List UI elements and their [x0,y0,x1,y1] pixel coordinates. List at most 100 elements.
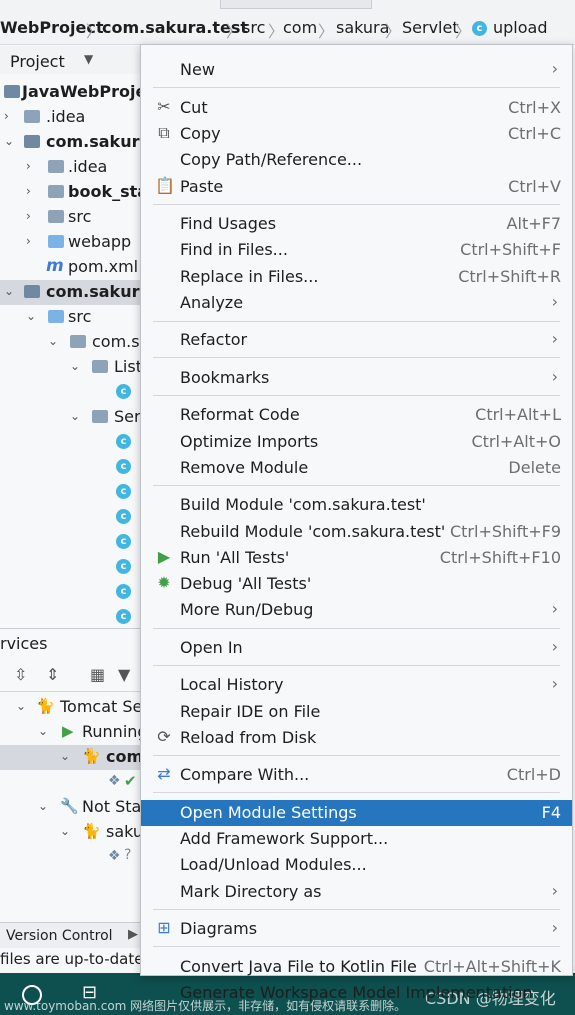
menu-item-compare-with[interactable]: ⇄ Compare With... Ctrl+D [141,762,572,788]
chevron-down-icon[interactable]: ⌄ [38,724,48,738]
chevron-down-icon[interactable]: ⌄ [26,309,36,323]
chevron-down-icon[interactable]: ⌄ [70,359,80,373]
menu-item-convert-to-kotlin[interactable]: Convert Java File to Kotlin File Ctrl+Al… [141,954,572,980]
chevron-down-icon[interactable]: ⌄ [4,134,14,148]
tree-item[interactable]: › .idea [0,105,140,130]
tree-item[interactable]: c [0,605,140,630]
tree-item[interactable]: c [0,580,140,605]
tree-item[interactable]: c [0,455,140,480]
menu-item-cut[interactable]: ✂ Cut Ctrl+X [141,95,572,121]
tree-item[interactable]: c [0,380,140,405]
menu-item-generate-workspace-model[interactable]: Generate Workspace Model Implementation [141,980,572,1006]
filter-icon[interactable]: ▼ [118,665,130,684]
menu-item-reformat-code[interactable]: Reformat Code Ctrl+Alt+L [141,402,572,428]
menu-item-copy[interactable]: ⧉ Copy Ctrl+C [141,121,572,147]
tree-item-label: pom.xml [68,257,139,276]
breadcrumb-servlet[interactable]: Servlet [402,18,459,37]
breadcrumb-com[interactable]: com [283,18,317,37]
service-item[interactable]: ⌄ 🔧 Not Sta [0,795,140,820]
tree-item[interactable]: ⌄ List [0,355,140,380]
menu-item-analyze[interactable]: Analyze › [141,290,572,316]
submenu-arrow-icon: › [551,637,558,656]
project-panel-title[interactable]: Project [10,52,65,71]
chevron-down-icon[interactable]: ▼ [84,52,93,66]
menu-item-more-run-debug[interactable]: More Run/Debug › [141,597,572,623]
group-icon[interactable]: ▦ [90,665,105,684]
chevron-down-icon[interactable]: ⌄ [60,824,70,838]
chevron-down-icon[interactable]: ⌄ [60,749,70,763]
menu-item-build-module[interactable]: Build Module 'com.sakura.test' [141,492,572,518]
chevron-down-icon[interactable]: ⌄ [70,409,80,423]
breadcrumb-src[interactable]: src [242,18,265,37]
tree-item[interactable]: ⌄ com.sakura. [0,130,140,155]
tree-item[interactable]: c [0,430,140,455]
breadcrumb-file[interactable]: upload [493,18,548,37]
service-item[interactable]: ⌄ ▶ Running [0,720,140,745]
menu-item-remove-module[interactable]: Remove Module Delete [141,455,572,481]
tree-item[interactable]: c [0,505,140,530]
menu-item-replace-in-files[interactable]: Replace in Files... Ctrl+Shift+R [141,264,572,290]
tree-item[interactable]: c [0,530,140,555]
services-panel-title[interactable]: rvices [0,634,47,653]
tree-item[interactable]: › src [0,205,140,230]
menu-item-run-all-tests[interactable]: ▶ Run 'All Tests' Ctrl+Shift+F10 [141,545,572,571]
tree-item[interactable]: › .idea [0,155,140,180]
source-folder-icon [48,310,64,323]
chevron-right-icon[interactable]: › [4,109,9,123]
run-config-selector[interactable] [220,0,372,9]
chevron-right-icon[interactable]: › [26,184,31,198]
menu-item-load-unload-modules[interactable]: Load/Unload Modules... [141,852,572,878]
service-item[interactable]: ⌄ 🐈 Tomcat Se [0,695,140,720]
service-item[interactable]: ⌄ 🐈 saku [0,820,140,845]
menu-item-optimize-imports[interactable]: Optimize Imports Ctrl+Alt+O [141,429,572,455]
chevron-down-icon[interactable]: ⌄ [38,799,48,813]
menu-item-diagrams[interactable]: ⊞ Diagrams › [141,916,572,942]
expand-all-icon[interactable]: ⇳ [14,665,27,684]
tree-item[interactable]: c [0,555,140,580]
menu-item-reload-from-disk[interactable]: ⟳ Reload from Disk [141,725,572,751]
chevron-right-icon[interactable]: › [26,209,31,223]
menu-item-copy-path[interactable]: Copy Path/Reference... [141,147,572,173]
version-control-tab[interactable]: Version Control ▶ [0,922,140,949]
chevron-down-icon[interactable]: ⌄ [48,334,58,348]
menu-item-find-usages[interactable]: Find Usages Alt+F7 [141,211,572,237]
tree-item-selected[interactable]: ⌄ com.sakura. [0,280,140,305]
service-item[interactable]: ❖ ? [0,845,140,870]
tree-item-label: .idea [46,107,86,126]
menu-item-open-module-settings[interactable]: Open Module Settings F4 [141,800,572,826]
menu-item-open-in[interactable]: Open In › [141,635,572,661]
tree-item[interactable]: ⌄ com.sa [0,330,140,355]
menu-separator [153,204,560,205]
menu-separator [153,755,560,756]
tree-item[interactable]: ⌄ src [0,305,140,330]
services-panel: rvices ⇳ ⇕ ▦ ▼ ⌄ 🐈 Tomcat Se ⌄ ▶ Running… [0,628,140,929]
breadcrumb-sakura[interactable]: sakura [336,18,389,37]
tree-item[interactable]: JavaWebProjec [0,80,140,105]
tree-item[interactable]: ⌄ Ser [0,405,140,430]
menu-item-local-history[interactable]: Local History › [141,672,572,698]
menu-item-rebuild-module[interactable]: Rebuild Module 'com.sakura.test' Ctrl+Sh… [141,519,572,545]
chevron-right-icon[interactable]: › [26,159,31,173]
menu-item-paste[interactable]: 📋 Paste Ctrl+V [141,174,572,200]
menu-item-find-in-files[interactable]: Find in Files... Ctrl+Shift+F [141,237,572,263]
tree-item[interactable]: c [0,480,140,505]
menu-item-debug-all-tests[interactable]: ✹ Debug 'All Tests' [141,571,572,597]
chevron-down-icon[interactable]: ⌄ [16,699,26,713]
menu-item-refactor[interactable]: Refactor › [141,327,572,353]
chevron-down-icon[interactable]: ⌄ [4,284,14,298]
tree-item[interactable]: m pom.xml [0,255,140,280]
menu-item-mark-directory-as[interactable]: Mark Directory as › [141,879,572,905]
chevron-right-icon[interactable]: › [26,234,31,248]
collapse-all-icon[interactable]: ⇕ [46,665,59,684]
tree-item[interactable]: › book_stat [0,180,140,205]
menu-item-new[interactable]: New › [141,57,572,83]
service-item-selected[interactable]: ⌄ 🐈 com [0,745,140,770]
menu-item-repair-ide[interactable]: Repair IDE on File [141,699,572,725]
tree-item[interactable]: › webapp [0,230,140,255]
service-item[interactable]: ❖ ✔ [0,770,140,795]
menu-item-label: Open In [180,638,243,657]
menu-item-bookmarks[interactable]: Bookmarks › [141,365,572,391]
chevron-right-icon[interactable]: ▶ [128,927,138,942]
menu-item-add-framework-support[interactable]: Add Framework Support... [141,826,572,852]
menu-item-label: Cut [180,98,208,117]
